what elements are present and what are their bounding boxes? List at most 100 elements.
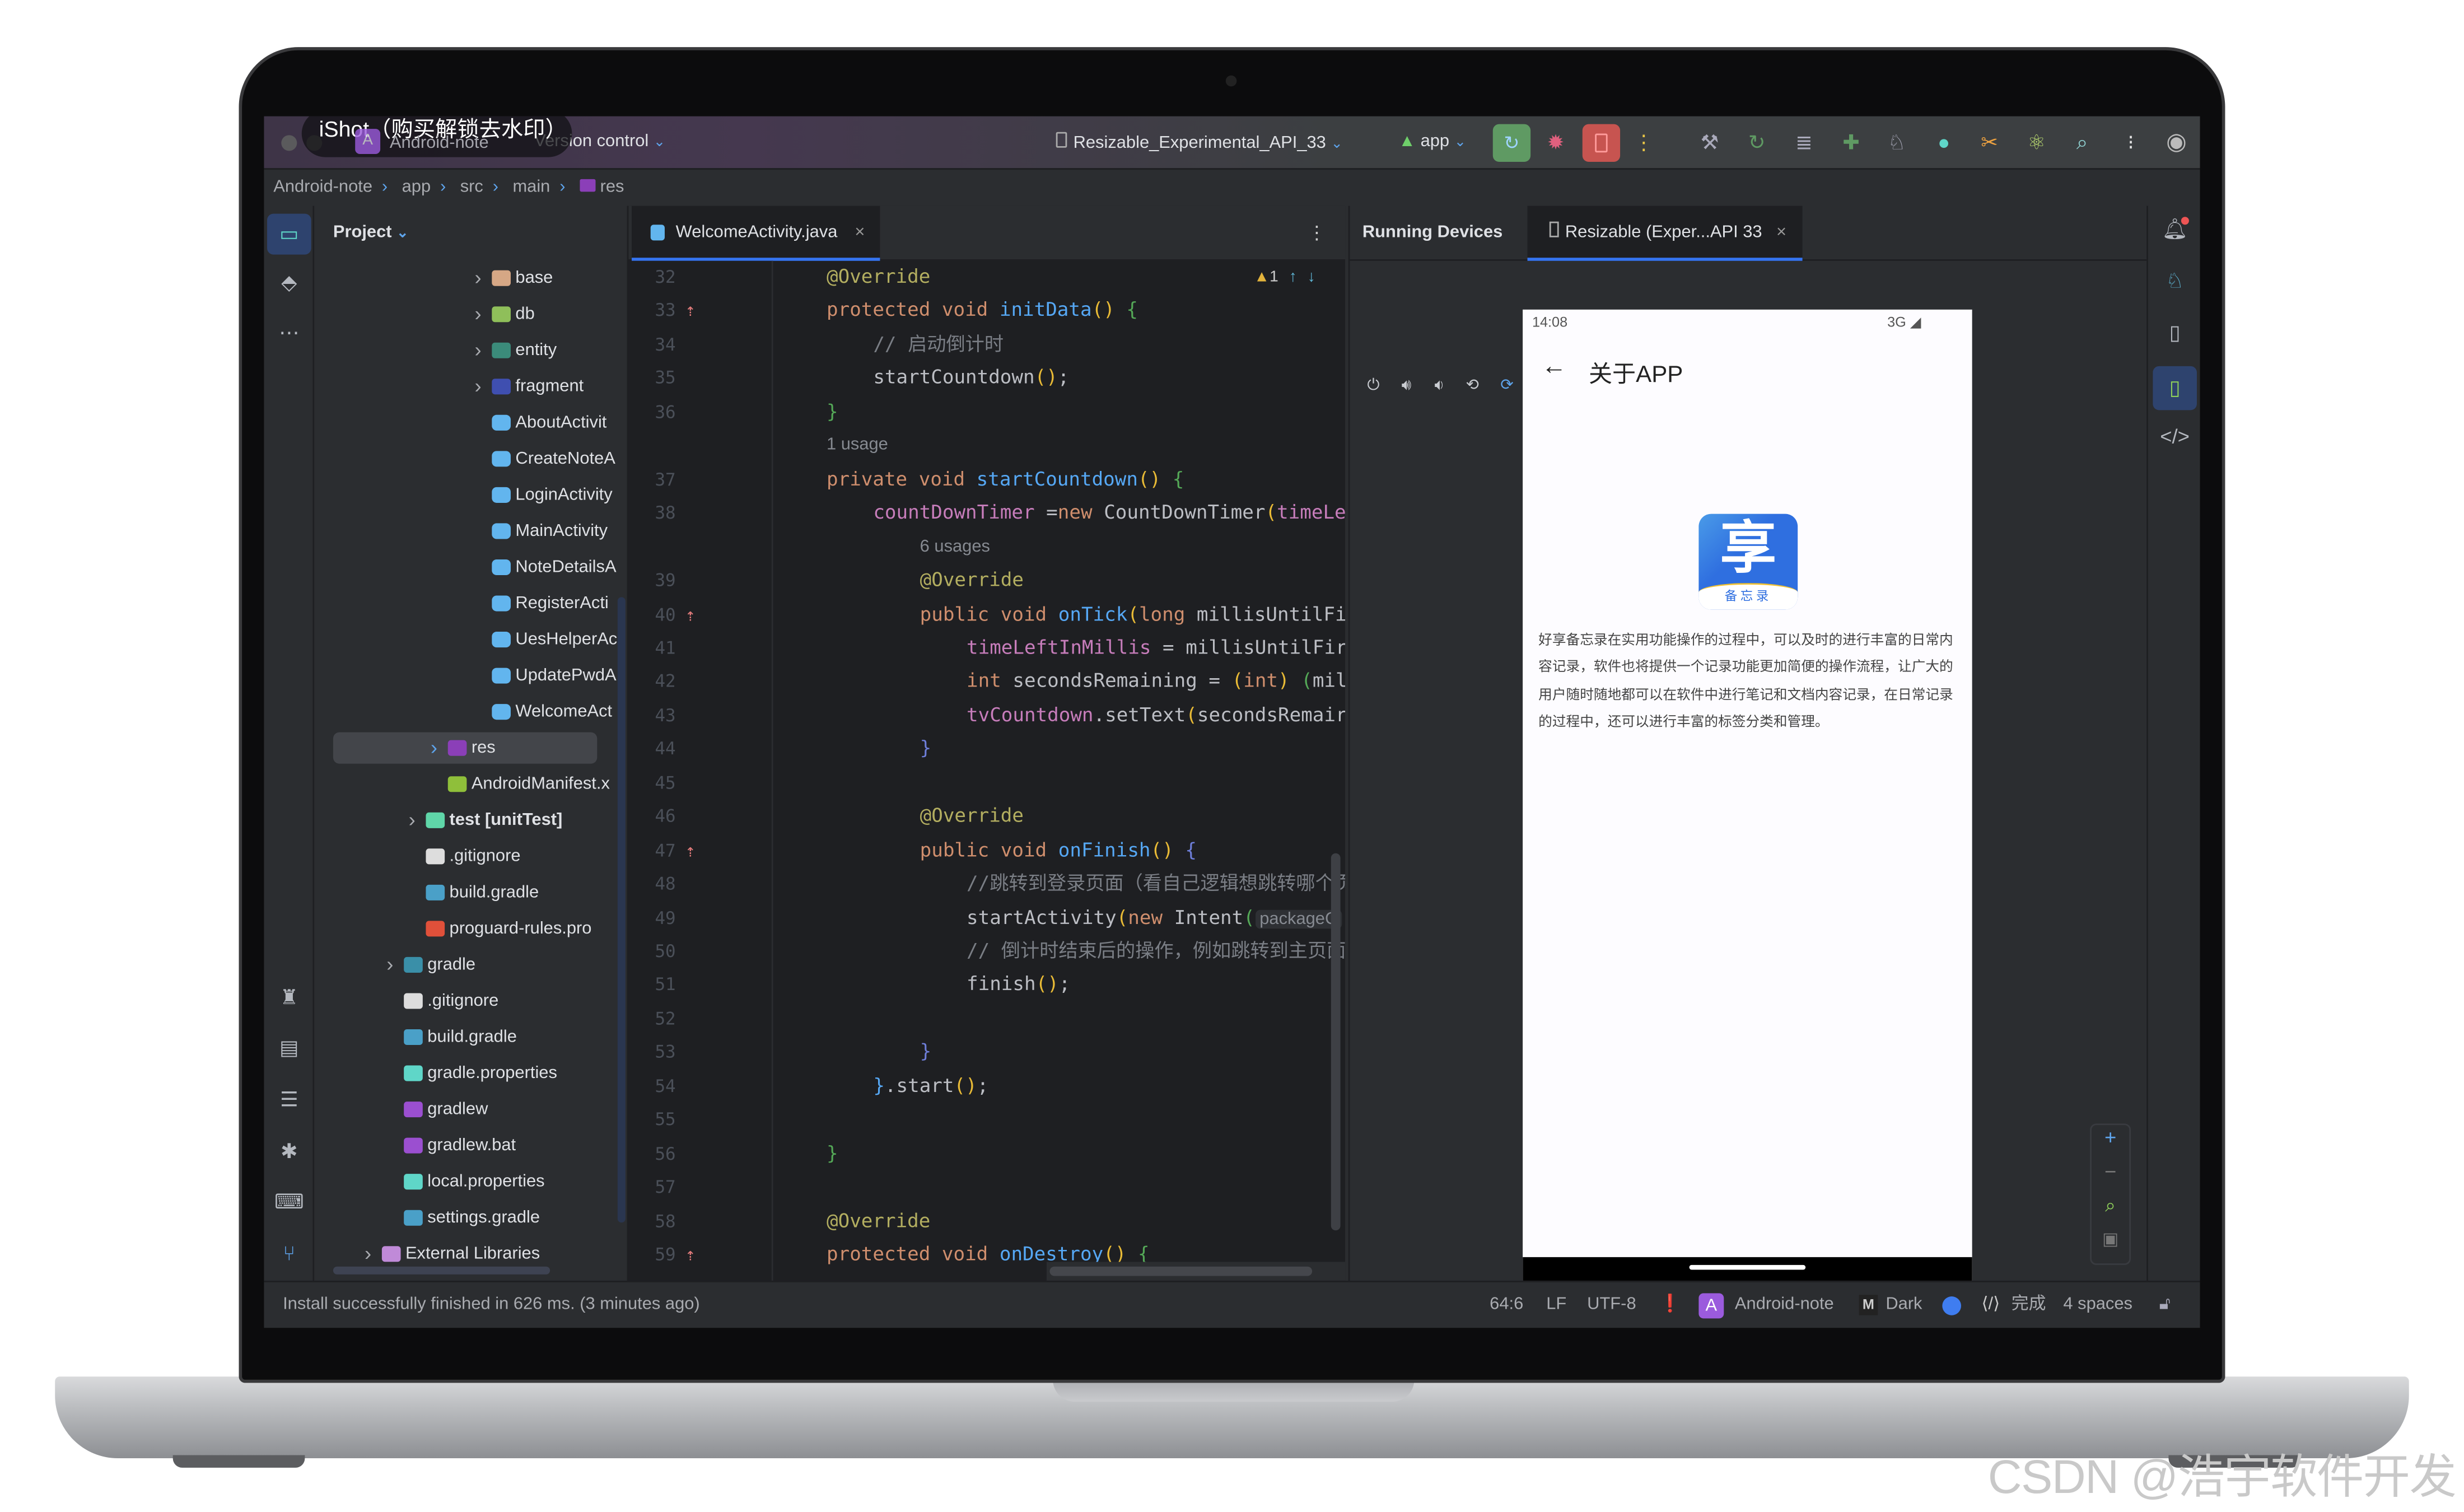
- phone-screen[interactable]: 14:08 3G ◢ ← 关于APP 享 备忘录 好享备忘录在实用功能操作的过程…: [1523, 309, 1972, 1281]
- code-icon[interactable]: </>: [2159, 421, 2191, 452]
- previous-highlight-icon[interactable]: ↑: [1289, 269, 1297, 286]
- zoom-out-icon[interactable]: −: [2092, 1160, 2129, 1194]
- project-selector[interactable]: Android-note: [390, 134, 489, 153]
- breadcrumb-item[interactable]: app: [402, 178, 431, 197]
- zoom-in-icon[interactable]: +: [2092, 1125, 2129, 1160]
- tree-item[interactable]: › entity: [314, 335, 613, 366]
- expand-chevron-icon[interactable]: ›: [474, 371, 481, 402]
- tree-item[interactable]: › gradle: [314, 949, 613, 981]
- override-gutter-icon[interactable]: ⇡: [685, 1238, 696, 1272]
- readonly-info-icon[interactable]: ❗: [1659, 1282, 1681, 1328]
- tree-scrollbar[interactable]: [617, 597, 626, 1223]
- sync-icon[interactable]: ↻: [1743, 129, 1771, 157]
- device-explorer-icon[interactable]: ▤: [273, 1033, 305, 1064]
- project-name[interactable]: Android-note: [1735, 1282, 1834, 1328]
- gradle-icon[interactable]: ♘: [2159, 265, 2191, 297]
- breadcrumb-item[interactable]: Android-note: [273, 178, 372, 197]
- tree-item[interactable]: .gitignore: [314, 841, 613, 872]
- close-tab-icon[interactable]: ×: [855, 223, 865, 242]
- tab-welcome-activity[interactable]: WelcomeActivity.java ×: [632, 206, 880, 261]
- tree-item[interactable]: MainActivity: [314, 515, 613, 547]
- inspection-widget[interactable]: ▲1 ↑ ↓: [1254, 269, 1315, 286]
- device-tab[interactable]: Resizable (Exper...API 33 ×: [1527, 206, 1803, 261]
- tree-item[interactable]: › test [unitTest]: [314, 805, 613, 836]
- tree-item[interactable]: UpdatePwdA: [314, 660, 617, 692]
- home-gesture-handle[interactable]: [1689, 1264, 1806, 1270]
- code-hint[interactable]: 1 usage: [628, 430, 1345, 463]
- tree-item[interactable]: build.gradle: [314, 877, 613, 908]
- tree-item[interactable]: › External Libraries: [314, 1238, 613, 1270]
- power-icon[interactable]: ⏻: [1362, 376, 1384, 398]
- gradle-sync-icon[interactable]: ♘: [1883, 129, 1911, 157]
- fold-icon[interactable]: ⟳: [1496, 376, 1518, 398]
- build-hammer-icon[interactable]: ⚒: [1696, 129, 1724, 157]
- tree-item[interactable]: RegisterActi: [314, 587, 613, 619]
- tree-item[interactable]: build.gradle: [314, 1021, 613, 1053]
- expand-chevron-icon[interactable]: ›: [474, 298, 481, 330]
- sdk-manager-icon[interactable]: ✚: [1837, 129, 1865, 157]
- status-dot-icon[interactable]: [1942, 1296, 1962, 1315]
- expand-chevron-icon[interactable]: ›: [409, 805, 416, 836]
- back-arrow-icon[interactable]: ←: [1542, 353, 1567, 382]
- project-panel-title[interactable]: Project ⌄: [333, 223, 408, 242]
- expand-chevron-icon[interactable]: ›: [386, 949, 393, 981]
- status-message[interactable]: Install successfully finished in 626 ms.…: [283, 1282, 700, 1328]
- tree-h-scrollbar[interactable]: [333, 1266, 550, 1275]
- theme-name[interactable]: Dark: [1886, 1282, 1922, 1328]
- tools-icon[interactable]: ✂: [1975, 129, 2004, 157]
- atom-icon[interactable]: ⚛: [2022, 129, 2051, 157]
- volume-down-icon[interactable]: 🔉︎: [1429, 376, 1450, 398]
- search-icon[interactable]: ⌕: [2068, 129, 2097, 157]
- line-separator[interactable]: LF: [1546, 1282, 1566, 1328]
- tree-item[interactable]: CreateNoteA: [314, 443, 615, 474]
- tree-item[interactable]: local.properties: [314, 1166, 613, 1197]
- tree-item[interactable]: proguard-rules.pro: [314, 913, 613, 944]
- volume-up-icon[interactable]: 🔊︎: [1396, 376, 1417, 398]
- more-actions-icon[interactable]: ⋮: [1630, 129, 1658, 157]
- updates-icon[interactable]: ⁝: [2117, 129, 2145, 157]
- indent-setting[interactable]: 4 spaces: [2063, 1282, 2132, 1328]
- actual-size-icon[interactable]: ▣: [2092, 1229, 2129, 1263]
- next-highlight-icon[interactable]: ↓: [1308, 269, 1315, 286]
- device-manager-icon[interactable]: ●: [1930, 129, 1958, 157]
- tree-item[interactable]: › res: [333, 732, 598, 764]
- close-window-button[interactable]: [281, 135, 297, 151]
- override-gutter-icon[interactable]: ⇡: [685, 598, 696, 632]
- expand-chevron-icon[interactable]: ›: [474, 335, 481, 366]
- expand-chevron-icon[interactable]: ›: [474, 263, 481, 294]
- breadcrumb-item[interactable]: main: [512, 178, 550, 197]
- tree-item[interactable]: gradle.properties: [314, 1058, 613, 1089]
- close-tab-icon[interactable]: ×: [1776, 223, 1786, 242]
- tree-item[interactable]: NoteDetailsA: [314, 552, 617, 583]
- tree-item[interactable]: AboutActivit: [314, 407, 613, 438]
- tree-item[interactable]: › db: [314, 298, 613, 330]
- logcat-icon[interactable]: ≣: [1790, 129, 1818, 157]
- terminal-icon[interactable]: ⌨: [273, 1187, 305, 1218]
- tree-item[interactable]: LoginActivity: [314, 479, 613, 511]
- tree-item[interactable]: gradlew: [314, 1094, 613, 1125]
- device-manager-icon[interactable]: ▯: [2159, 318, 2191, 349]
- running-devices-icon[interactable]: ▯: [2153, 366, 2197, 410]
- ai-status[interactable]: 完成: [2012, 1282, 2046, 1328]
- debug-icon[interactable]: ✹: [1542, 129, 1570, 157]
- tree-item[interactable]: .gitignore: [314, 985, 613, 1016]
- editor-v-scrollbar[interactable]: [1331, 853, 1341, 1231]
- tree-item[interactable]: WelcomeAct: [314, 696, 613, 727]
- unlock-icon[interactable]: 🔓︎: [2159, 1282, 2171, 1328]
- more-tools-icon[interactable]: ⋯: [273, 318, 305, 349]
- expand-chevron-icon[interactable]: ›: [431, 732, 437, 764]
- tab-options-icon[interactable]: ⋮: [1308, 222, 1327, 244]
- structure-icon[interactable]: ☰: [273, 1084, 305, 1116]
- tree-item[interactable]: › base: [314, 263, 613, 294]
- zoom-fit-icon[interactable]: ⌕: [2092, 1194, 2129, 1229]
- code-area[interactable]: 32 @Override 33 ⇡ protected void initData() …: [628, 265, 1345, 1281]
- override-gutter-icon[interactable]: ⇡: [685, 834, 696, 867]
- rotate-left-icon[interactable]: ⟲: [1462, 376, 1483, 398]
- resource-manager-icon[interactable]: ⬘: [273, 267, 305, 298]
- breadcrumb-item[interactable]: res: [600, 178, 624, 197]
- breadcrumb-item[interactable]: src: [460, 178, 483, 197]
- expand-chevron-icon[interactable]: ›: [365, 1238, 371, 1270]
- git-icon[interactable]: ⑂: [273, 1238, 305, 1270]
- ai-assistant-icon[interactable]: ⟨/⟩: [1981, 1282, 2000, 1328]
- account-icon[interactable]: ◉: [2162, 129, 2191, 157]
